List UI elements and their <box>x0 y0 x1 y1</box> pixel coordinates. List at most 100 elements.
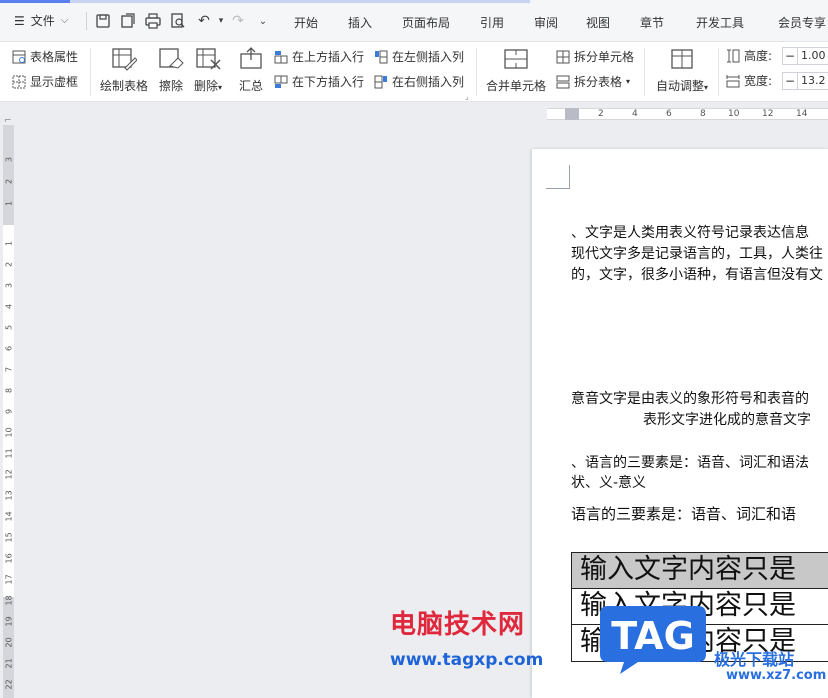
insert-row-above-icon <box>274 50 288 63</box>
auto-fit-button[interactable]: 自动调整▾ <box>656 46 708 94</box>
tab-start[interactable]: 开始 <box>294 14 318 31</box>
summary-button[interactable]: 汇总 <box>238 46 264 94</box>
ribbon-separator <box>644 48 645 96</box>
paragraph-line[interactable]: 状、义-意义 <box>571 473 646 493</box>
paragraph-line[interactable]: 的，文字，很多小语种，有语言但没有文 <box>571 265 823 285</box>
erase-label: 擦除 <box>158 79 183 93</box>
ruler-tick: 4 <box>632 109 638 119</box>
tab-member[interactable]: 会员专享 <box>778 14 826 31</box>
paragraph-line[interactable]: 语言的三要素是：语音、词汇和语 <box>571 504 796 524</box>
split-cells-label: 拆分单元格 <box>574 50 635 64</box>
print-preview-icon[interactable] <box>169 12 187 30</box>
ribbon-separator <box>476 48 477 96</box>
ribbon-separator <box>718 48 719 96</box>
undo-dropdown-icon[interactable]: ▾ <box>212 12 230 30</box>
row-height-stepper[interactable]: − 1.00 <box>782 47 828 65</box>
row-height-decrease-button[interactable]: − <box>782 47 798 65</box>
col-width-decrease-button[interactable]: − <box>782 72 798 90</box>
chevron-down-icon: ⌵ <box>60 15 69 26</box>
paragraph-line[interactable]: 意音文字是由表义的象形符号和表音的 <box>571 389 809 409</box>
paragraph-line[interactable]: 、语言的三要素是：语音、词汇和语法 <box>571 453 809 473</box>
ruler-tick: 1 <box>4 240 14 247</box>
paragraph-line[interactable]: 表形文字进化成的意音文字 <box>643 410 811 430</box>
draw-table-icon <box>112 48 137 71</box>
col-width-input[interactable]: 13.2 <box>798 72 828 90</box>
ruler-tick: 20 <box>4 637 14 648</box>
delete-label: 删除 <box>194 79 219 93</box>
erase-button[interactable]: 擦除 <box>158 46 184 94</box>
paragraph-line[interactable]: 现代文字多是记录语言的，工具，人类往 <box>571 244 823 264</box>
ruler-tick: 12 <box>762 109 774 119</box>
delete-button[interactable]: 删除▾ <box>194 46 222 94</box>
table-properties-icon <box>12 50 26 63</box>
show-gridlines-button[interactable]: 显示虚框 <box>12 73 78 90</box>
draw-table-label: 绘制表格 <box>100 79 149 93</box>
watermark-sub-title: 极光下载站 <box>714 650 795 669</box>
title-accent <box>0 0 70 3</box>
table-properties-label: 表格属性 <box>30 50 79 64</box>
ruler-tick: 10 <box>728 109 740 119</box>
ruler-tick: 2 <box>4 261 14 268</box>
menu-bar: ☰ 文件 ⌵ ↶ ▾ ↷ ⌄ 开始 插入 页面布局 引用 审阅 视图 章节 开发… <box>0 0 828 42</box>
vertical-ruler[interactable]: 3 2 1 1 2 3 4 5 6 7 8 9 10 11 12 13 14 1… <box>0 125 16 698</box>
row-height-input[interactable]: 1.00 <box>798 47 828 65</box>
watermark-site-url: www.tagxp.com <box>390 650 544 670</box>
redo-icon[interactable]: ↷ <box>229 12 247 30</box>
dialog-launcher-icon[interactable]: ⌟ <box>465 92 469 101</box>
ruler-tick: 8 <box>700 109 706 119</box>
merge-cells-button[interactable]: 合并单元格 <box>486 46 546 94</box>
auto-fit-icon <box>671 49 693 69</box>
insert-row-below-button[interactable]: 在下方插入行 <box>274 73 364 90</box>
ruler-indent-marker[interactable] <box>565 108 579 120</box>
toolbar-separator <box>86 12 87 30</box>
undo-icon[interactable]: ↶ <box>195 12 213 30</box>
ruler-tick: 10 <box>4 427 14 438</box>
print-icon[interactable] <box>144 12 162 30</box>
tab-review[interactable]: 审阅 <box>534 14 558 31</box>
ruler-tick: 18 <box>4 595 14 606</box>
file-menu[interactable]: ☰ 文件 ⌵ <box>14 12 68 29</box>
page-margin-marker <box>546 165 570 189</box>
watermark-site-name: 电脑技术网 <box>390 610 526 640</box>
draw-table-button[interactable]: 绘制表格 <box>100 46 148 94</box>
eraser-icon <box>159 48 184 69</box>
ruler-tick: 11 <box>4 448 14 459</box>
ruler-tick: 2 <box>4 178 14 185</box>
paragraph-line[interactable]: 、文字是人类用表义符号记录表达信息 <box>571 223 809 243</box>
quick-access-more-icon[interactable]: ⌄ <box>254 12 272 30</box>
col-width-label-group: 宽度: <box>726 72 772 89</box>
tab-section[interactable]: 章节 <box>640 14 664 31</box>
col-width-stepper[interactable]: − 13.2 <box>782 72 828 90</box>
horizontal-ruler[interactable]: 2 4 6 8 10 12 14 <box>0 103 828 125</box>
file-menu-label: 文件 <box>30 14 55 28</box>
insert-col-right-button[interactable]: 在右侧插入列 <box>374 73 464 90</box>
ruler-tick: 6 <box>4 345 14 352</box>
insert-row-above-button[interactable]: 在上方插入行 <box>274 48 364 65</box>
ruler-tick: 3 <box>4 282 14 289</box>
insert-col-left-button[interactable]: 在左侧插入列 <box>374 48 464 65</box>
title-accent-light <box>70 0 530 3</box>
show-gridlines-label: 显示虚框 <box>30 75 79 89</box>
save-as-icon[interactable] <box>119 12 137 30</box>
table-properties-button[interactable]: 表格属性 <box>12 48 78 65</box>
insert-col-left-icon <box>375 50 388 63</box>
col-width-icon <box>726 74 740 87</box>
table-tools-ribbon: 表格属性 显示虚框 绘制表格 擦除 删除▾ 汇总 在上方插入行 在下方插入行 在… <box>0 42 828 102</box>
ruler-tick: 8 <box>4 387 14 394</box>
insert-row-below-icon <box>274 75 288 88</box>
split-table-button[interactable]: 拆分表格 ▾ <box>556 73 630 90</box>
split-cells-button[interactable]: 拆分单元格 <box>556 48 634 65</box>
auto-fit-dropdown-icon: ▾ <box>704 83 709 92</box>
ruler-tick: 12 <box>4 469 14 480</box>
ruler-tick: 16 <box>4 553 14 564</box>
tab-view[interactable]: 视图 <box>586 14 610 31</box>
tab-page-layout[interactable]: 页面布局 <box>402 14 450 31</box>
tab-insert[interactable]: 插入 <box>348 14 372 31</box>
table-row[interactable]: 输入文字内容只是 <box>572 553 828 589</box>
row-height-label-group: 高度: <box>726 47 772 64</box>
save-icon[interactable] <box>94 12 112 30</box>
ruler-tick: 1 <box>4 200 14 207</box>
tab-references[interactable]: 引用 <box>480 14 504 31</box>
tab-developer[interactable]: 开发工具 <box>696 14 744 31</box>
auto-fit-label: 自动调整 <box>656 79 705 93</box>
